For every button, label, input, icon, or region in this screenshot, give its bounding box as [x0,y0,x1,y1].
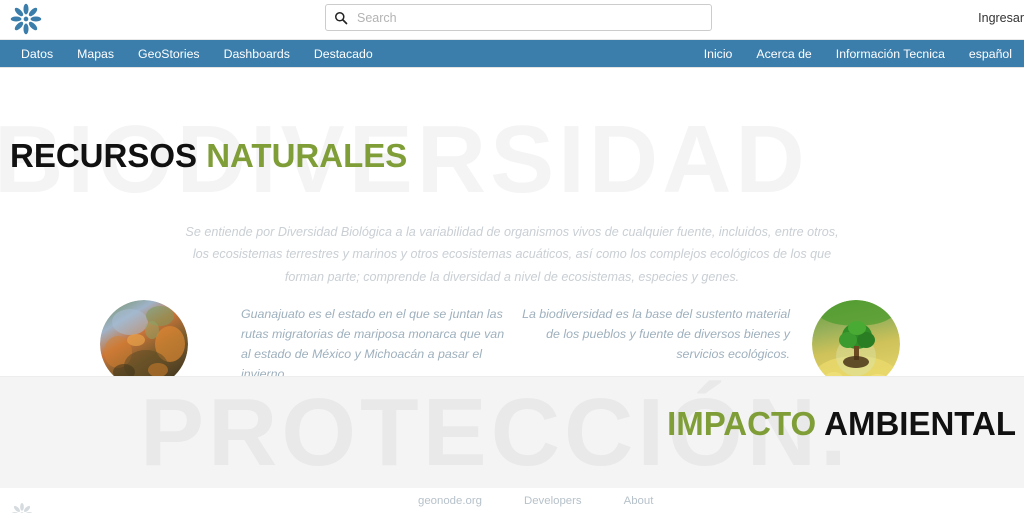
page-title-recursos-naturales: RECURSOS NATURALES [10,139,407,172]
nav-right-group: Inicio Acerca de Información Tecnica esp… [692,40,1024,68]
search-icon [334,11,348,25]
mariposa-monarca-thumbnail[interactable] [100,300,188,376]
footer-link-about[interactable]: About [624,495,654,507]
flower-logo-svg [10,3,42,35]
biodiversidad-intro-paragraph: Se entiende por Diversidad Biológica a l… [185,225,839,284]
nav-left-group: Datos Mapas GeoStories Dashboards Destac… [0,40,385,68]
nav-item-dashboards[interactable]: Dashboards [212,40,302,68]
main-navigation-bar: Datos Mapas GeoStories Dashboards Destac… [0,40,1024,68]
nav-item-geostories[interactable]: GeoStories [126,40,212,68]
top-bar: Ingresar [0,0,1024,40]
card-mariposa-monarca[interactable]: Mariposa Monarca Guanajuato es el estado… [100,300,520,376]
footer-link-geonode-org[interactable]: geonode.org [418,495,482,507]
nav-item-destacado[interactable]: Destacado [302,40,385,68]
nav-item-language-selector[interactable]: español [957,40,1024,68]
nav-item-mapas[interactable]: Mapas [65,40,126,68]
section-biodiversidad: BIODIVERSIDAD RECURSOS NATURALES Se enti… [0,68,1024,376]
nav-item-acerca-de[interactable]: Acerca de [744,40,823,68]
card-media-column: Mariposa Monarca [100,300,196,376]
footer-links-group: geonode.org Developers About [418,495,653,507]
inventario-especies-vegetales-thumbnail[interactable] [812,300,900,376]
card-text-inventario-especies: La biodiversidad es la base del sustento… [522,307,790,362]
search-input[interactable] [357,10,703,25]
section-proteccion: PROTECCIÓN. IMPACTO AMBIENTAL [0,376,1024,488]
footer-link-developers[interactable]: Developers [524,495,582,507]
card-text-mariposa-monarca: Guanajuato es el estado en el que se jun… [241,307,505,376]
nav-item-datos[interactable]: Datos [9,40,65,68]
geonode-flower-logo-icon[interactable] [8,1,44,37]
footer-geonode-logo-icon [9,501,35,513]
cards-container: Mariposa Monarca Guanajuato es el estado… [0,300,1024,376]
card-media-column: Inventario de Especies Vegetales [812,300,908,376]
nav-item-inicio[interactable]: Inicio [692,40,745,68]
login-link[interactable]: Ingresar [978,11,1024,25]
impacto-title-part-two: AMBIENTAL [816,405,1016,442]
nav-item-informacion-tecnica[interactable]: Información Tecnica [824,40,957,68]
page-title-impacto-ambiental: IMPACTO AMBIENTAL [667,407,1016,440]
page-footer: geonode.org Developers About [0,488,1024,513]
page-title-part-two: NATURALES [197,137,408,174]
search-box[interactable] [325,4,712,31]
page-title-part-one: RECURSOS [10,137,198,174]
impacto-title-part-one: IMPACTO [667,405,817,442]
card-inventario-especies-vegetales[interactable]: La biodiversidad es la base del sustento… [518,300,938,376]
